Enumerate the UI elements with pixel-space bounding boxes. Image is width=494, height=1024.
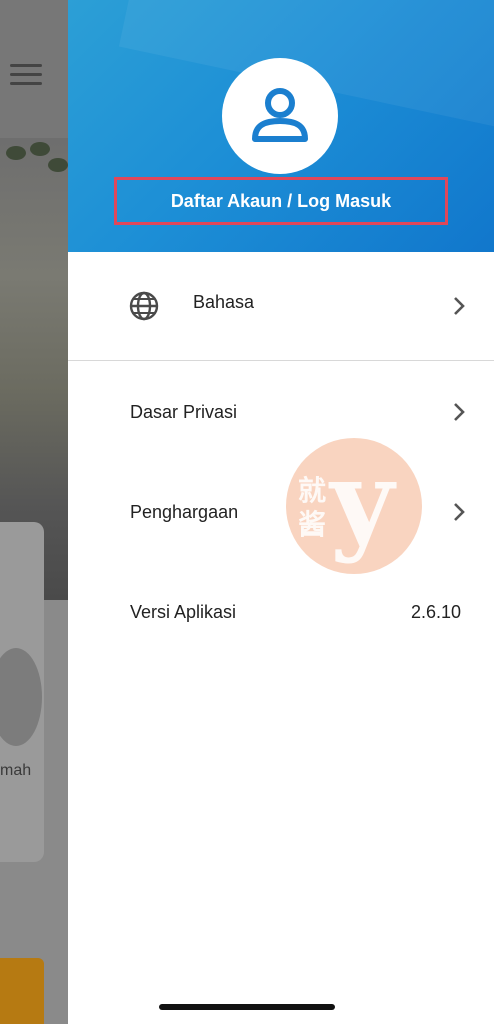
background-orange-button bbox=[0, 958, 44, 1024]
chevron-right-icon bbox=[454, 297, 465, 315]
login-register-label: Daftar Akaun / Log Masuk bbox=[170, 190, 392, 211]
menu-item-language[interactable]: Bahasa bbox=[68, 252, 494, 361]
background-app-overlay[interactable]: mah bbox=[0, 0, 68, 1024]
menu-item-awards[interactable]: Penghargaan bbox=[68, 484, 494, 540]
login-register-button[interactable]: Daftar Akaun / Log Masuk bbox=[114, 177, 448, 225]
menu-item-app-version: Versi Aplikasi 2.6.10 bbox=[68, 584, 494, 640]
chevron-right-icon bbox=[454, 403, 465, 421]
globe-icon bbox=[129, 291, 159, 321]
background-card-label: mah bbox=[0, 762, 32, 779]
user-icon bbox=[252, 88, 308, 142]
app-version-label: Versi Aplikasi bbox=[130, 602, 237, 622]
drawer-header: Daftar Akaun / Log Masuk bbox=[68, 0, 494, 252]
app-version-value: 2.6.10 bbox=[410, 602, 461, 622]
menu-item-language-label: Bahasa bbox=[193, 292, 255, 312]
chevron-right-icon bbox=[454, 503, 465, 521]
background-top-bar bbox=[0, 0, 68, 138]
hamburger-menu-icon bbox=[10, 64, 44, 88]
watermark-logo: 就酱 y bbox=[286, 438, 422, 574]
home-indicator[interactable] bbox=[159, 1004, 335, 1010]
watermark-glyph: y bbox=[330, 436, 394, 565]
avatar[interactable] bbox=[222, 58, 338, 174]
menu-item-privacy-label: Dasar Privasi bbox=[130, 402, 238, 422]
navigation-drawer: Daftar Akaun / Log Masuk Bahasa Dasar Pr… bbox=[68, 0, 494, 1024]
menu-item-awards-label: Penghargaan bbox=[130, 502, 239, 522]
menu-item-privacy-policy[interactable]: Dasar Privasi bbox=[68, 384, 494, 440]
watermark-chinese-text: 就酱 bbox=[297, 475, 326, 540]
app-screen: mah Daftar Akaun / Log Masuk Bahasa Dasa… bbox=[0, 0, 494, 1024]
